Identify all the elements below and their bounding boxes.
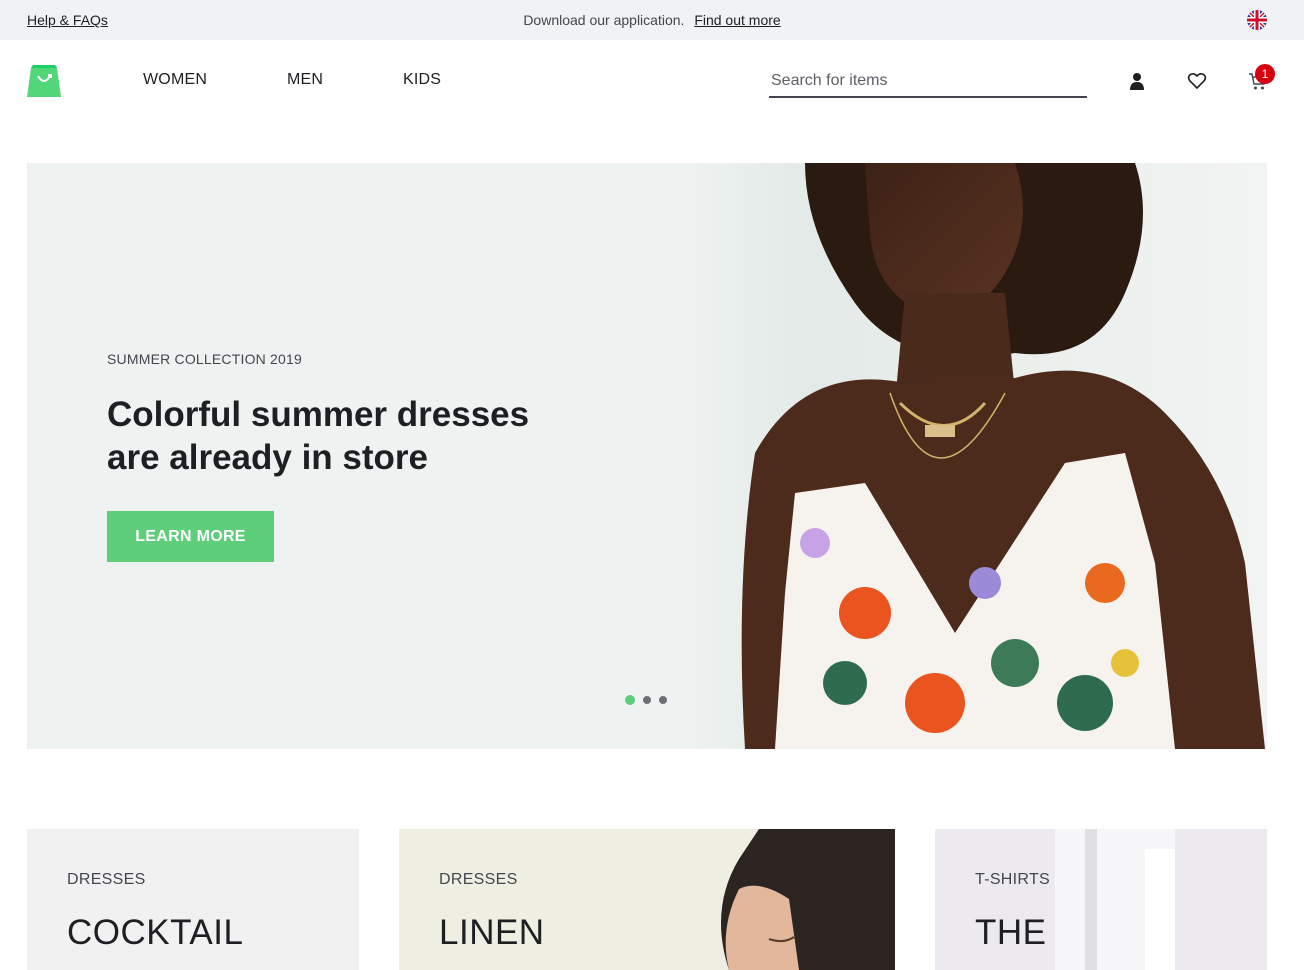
hero-kicker: SUMMER COLLECTION 2019 <box>107 351 303 367</box>
category-card-cocktail[interactable]: DRESSES COCKTAIL <box>27 829 359 970</box>
uk-flag-icon[interactable] <box>1247 10 1267 30</box>
app-promo: Download our application. Find out more <box>0 12 1304 28</box>
hero-title-line-1: Colorful summer dresses <box>107 395 530 434</box>
card-title: COCKTAIL <box>67 913 244 952</box>
search-input[interactable] <box>769 66 1087 98</box>
card-title: THE <box>975 913 1047 952</box>
user-icon[interactable] <box>1127 71 1147 91</box>
carousel-dot-1[interactable] <box>625 695 635 705</box>
main-header: WOMEN MEN KIDS 1 <box>0 40 1304 120</box>
linen-model-photo <box>721 829 895 970</box>
carousel-dot-3[interactable] <box>659 696 667 704</box>
heart-icon[interactable] <box>1187 71 1207 91</box>
shopping-bag-logo-icon[interactable] <box>27 62 61 97</box>
nav-women[interactable]: WOMEN <box>143 71 207 89</box>
learn-more-button[interactable]: LEARN MORE <box>107 511 274 562</box>
category-card-tshirts[interactable]: T-SHIRTS THE <box>935 829 1267 970</box>
hero-model-photo <box>685 163 1267 749</box>
cart-count-badge: 1 <box>1255 64 1275 84</box>
hero-title: Colorful summer dresses are already in s… <box>107 393 587 479</box>
card-kicker: DRESSES <box>67 871 146 888</box>
hero-title-line-2: are already in store <box>107 438 428 477</box>
find-out-more-link[interactable]: Find out more <box>694 12 780 28</box>
promo-text: Download our application. <box>523 12 685 28</box>
card-title: LINEN <box>439 913 545 952</box>
card-kicker: DRESSES <box>439 871 518 888</box>
category-card-linen[interactable]: DRESSES LINEN <box>399 829 895 970</box>
top-bar: Help & FAQs Download our application. Fi… <box>0 0 1304 40</box>
carousel-dot-2[interactable] <box>643 696 651 704</box>
nav-kids[interactable]: KIDS <box>403 71 441 89</box>
hero-banner: SUMMER COLLECTION 2019 Colorful summer d… <box>27 163 1267 749</box>
nav-men[interactable]: MEN <box>287 71 323 89</box>
card-kicker: T-SHIRTS <box>975 871 1051 888</box>
